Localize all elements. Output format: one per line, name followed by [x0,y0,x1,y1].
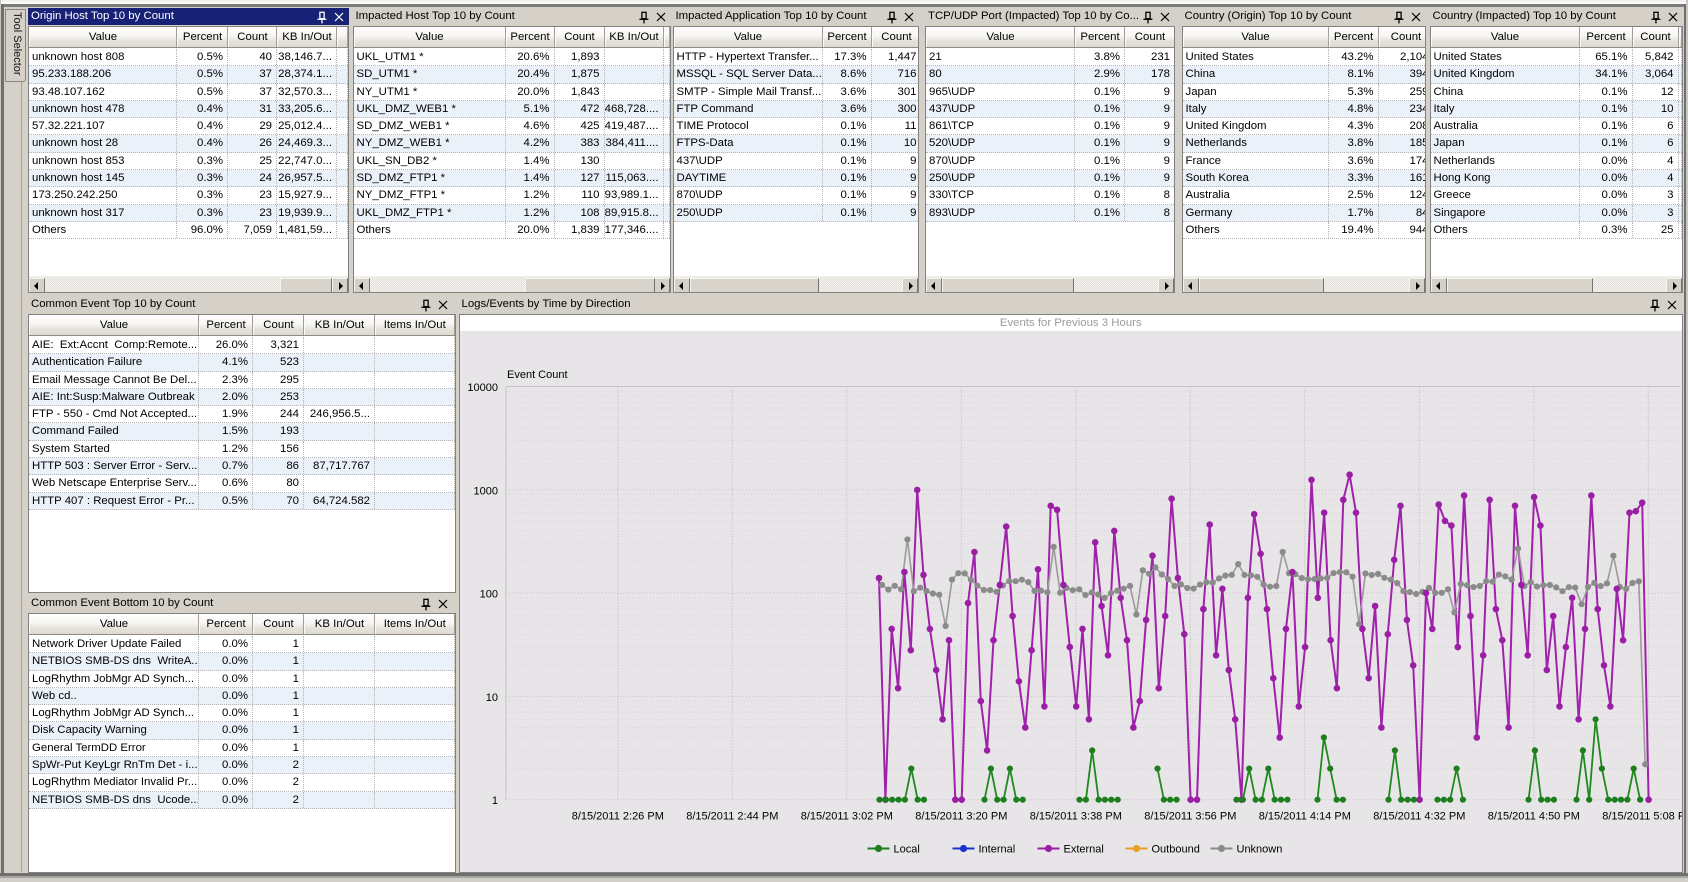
svg-text:Unknown: Unknown [1236,844,1282,856]
svg-text:8/15/2011 4:14 PM: 8/15/2011 4:14 PM [1258,811,1350,823]
svg-text:Outbound: Outbound [1151,844,1199,856]
svg-text:8/15/2011 2:26 PM: 8/15/2011 2:26 PM [571,811,663,823]
svg-text:8/15/2011 3:20 PM: 8/15/2011 3:20 PM [915,811,1007,823]
svg-text:Internal: Internal [978,844,1015,856]
svg-text:1: 1 [491,795,497,807]
svg-text:8/15/2011 3:56 PM: 8/15/2011 3:56 PM [1144,811,1236,823]
svg-text:8/15/2011 3:38 PM: 8/15/2011 3:38 PM [1029,811,1121,823]
svg-text:External: External [1063,844,1103,856]
svg-text:8/15/2011 4:32 PM: 8/15/2011 4:32 PM [1373,811,1465,823]
svg-text:10: 10 [485,692,497,704]
svg-text:Event Count: Event Count [507,369,568,381]
svg-text:1000: 1000 [473,485,497,497]
svg-text:8/15/2011 5:08 PM: 8/15/2011 5:08 PM [1602,811,1682,823]
svg-text:8/15/2011 2:44 PM: 8/15/2011 2:44 PM [686,811,778,823]
svg-text:100: 100 [479,589,497,601]
svg-text:8/15/2011 3:02 PM: 8/15/2011 3:02 PM [800,811,892,823]
svg-text:10000: 10000 [467,382,498,394]
svg-text:8/15/2011 4:50 PM: 8/15/2011 4:50 PM [1487,811,1579,823]
svg-text:Local: Local [893,844,919,856]
